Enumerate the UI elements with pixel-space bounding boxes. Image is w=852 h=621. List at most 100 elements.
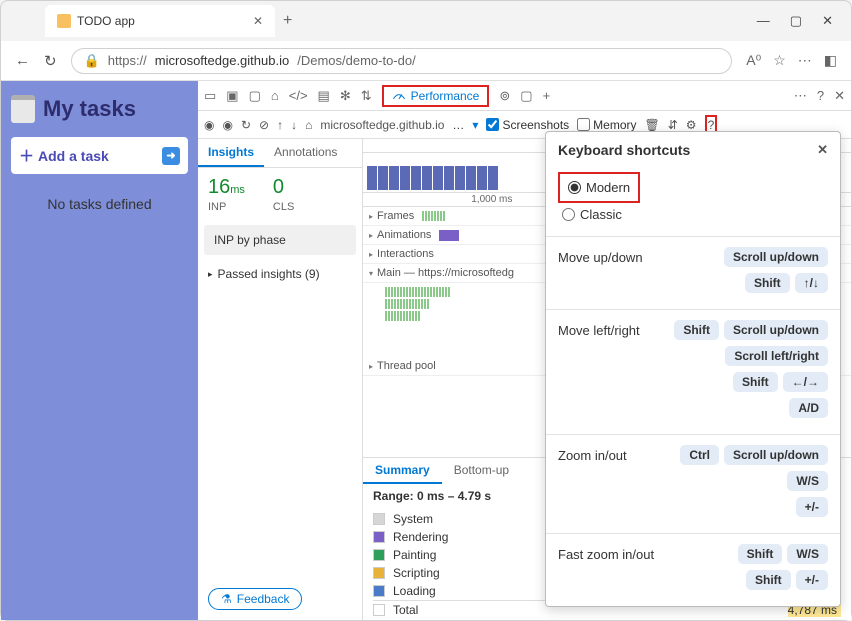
site-dropdown-icon[interactable]: ▾ — [472, 118, 478, 132]
app-title: My tasks — [11, 95, 188, 123]
tab-performance[interactable]: Performance — [382, 85, 490, 107]
welcome-icon[interactable]: ▢ — [249, 88, 261, 104]
tab-favicon — [57, 14, 71, 28]
record-dot-icon[interactable]: ◉ — [222, 118, 232, 132]
app-icon[interactable]: ▢ — [520, 88, 532, 104]
titlebar: TODO app ✕ + — ▢ ✕ — [1, 1, 851, 41]
network-icon[interactable]: ⇅ — [361, 88, 372, 104]
swatch — [373, 567, 385, 579]
elements-icon[interactable]: </> — [289, 88, 308, 103]
back-icon[interactable]: ← — [15, 52, 30, 69]
close-icon[interactable]: ✕ — [822, 13, 833, 29]
key: ←/→ — [783, 372, 828, 392]
devtools: ▭ ▣ ▢ ⌂ </> ▤ ✻ ⇅ Performance ⊚ ▢ + ⋯ ? … — [198, 81, 851, 620]
key: Scroll left/right — [725, 346, 828, 366]
key: Ctrl — [680, 445, 719, 465]
key: Shift — [746, 570, 791, 590]
url-input[interactable]: 🔒 https://microsoftedge.github.io/Demos/… — [71, 48, 733, 74]
memory-icon[interactable]: ⊚ — [499, 88, 510, 104]
address-bar: ← ↻ 🔒 https://microsoftedge.github.io/De… — [1, 41, 851, 81]
close-devtools-icon[interactable]: ✕ — [834, 88, 845, 104]
todo-app: My tasks ＋ Add a task ➜ No tasks defined — [1, 81, 198, 620]
more-icon[interactable]: ⋯ — [794, 88, 807, 104]
trash-icon[interactable]: 🗑 — [645, 118, 660, 132]
submit-icon[interactable]: ➜ — [162, 147, 180, 165]
swatch — [373, 513, 385, 525]
inp-phase[interactable]: INP by phase — [204, 225, 356, 255]
legend-name: Scripting — [393, 566, 463, 580]
settings-icon[interactable]: ⚙ — [686, 118, 697, 132]
tab-bottomup[interactable]: Bottom-up — [442, 458, 521, 484]
refresh-icon[interactable]: ↻ — [44, 52, 57, 70]
url-scheme: https:// — [108, 53, 147, 68]
legend-name: Loading — [393, 584, 463, 598]
cls-metric: 0 CLS — [273, 176, 294, 213]
gc-icon[interactable]: ⇵ — [668, 118, 678, 132]
legend-name: Total — [393, 603, 463, 617]
devtools-tabs: ▭ ▣ ▢ ⌂ </> ▤ ✻ ⇅ Performance ⊚ ▢ + ⋯ ? … — [198, 81, 851, 111]
device-icon[interactable]: ▣ — [226, 88, 238, 104]
key: Shift — [738, 544, 783, 564]
read-aloud-icon[interactable]: A⁰ — [746, 52, 761, 69]
legend-name: Rendering — [393, 530, 463, 544]
inp-metric: 16ms INP — [208, 176, 245, 213]
home-icon[interactable]: ⌂ — [271, 88, 279, 103]
home2-icon[interactable]: ⌂ — [305, 118, 312, 132]
help-top-icon[interactable]: ? — [817, 88, 824, 103]
key: ↑/↓ — [795, 273, 828, 293]
reload-icon[interactable]: ↻ — [241, 118, 251, 132]
site-ellipsis: … — [452, 118, 464, 132]
key: +/- — [796, 570, 828, 590]
menu-icon[interactable]: ⋯ — [798, 52, 812, 69]
shortcut-label: Fast zoom in/out — [558, 547, 738, 562]
tab-close-icon[interactable]: ✕ — [253, 14, 263, 28]
inspect-icon[interactable]: ▭ — [204, 88, 216, 104]
swatch — [373, 604, 385, 616]
more-tabs-icon[interactable]: + — [543, 88, 551, 103]
minimize-icon[interactable]: — — [757, 13, 770, 29]
lock-icon: 🔒 — [84, 53, 100, 69]
tab-insights[interactable]: Insights — [198, 139, 264, 167]
tab-annotations[interactable]: Annotations — [264, 139, 347, 167]
shortcuts-title: Keyboard shortcuts — [558, 142, 690, 158]
record-icon[interactable]: ◉ — [204, 118, 214, 132]
radio-modern[interactable]: Modern — [564, 176, 634, 199]
feedback-button[interactable]: ⚗ Feedback — [208, 588, 302, 610]
maximize-icon[interactable]: ▢ — [790, 13, 802, 29]
key: A/D — [789, 398, 828, 418]
shortcut-label: Move left/right — [558, 323, 674, 338]
memory-checkbox[interactable]: Memory — [577, 118, 636, 132]
flask-icon: ⚗ — [221, 592, 232, 606]
shortcuts-close-icon[interactable]: ✕ — [817, 142, 828, 158]
new-tab-button[interactable]: + — [283, 12, 292, 30]
url-host: microsoftedge.github.io — [155, 53, 289, 68]
passed-insights[interactable]: Passed insights (9) — [198, 259, 362, 289]
tab-summary[interactable]: Summary — [363, 458, 442, 484]
key: Scroll up/down — [724, 445, 828, 465]
shortcut-label: Move up/down — [558, 250, 724, 265]
console-icon[interactable]: ▤ — [318, 88, 330, 104]
swatch — [373, 549, 385, 561]
screenshots-checkbox[interactable]: Screenshots — [486, 118, 569, 132]
key: Shift — [733, 372, 778, 392]
sources-icon[interactable]: ✻ — [340, 88, 351, 104]
legend-name: Painting — [393, 548, 463, 562]
modern-highlight: Modern — [558, 172, 640, 203]
sidebar-icon[interactable]: ◧ — [824, 52, 837, 69]
upload-icon[interactable]: ↑ — [277, 118, 283, 132]
shortcut-label: Zoom in/out — [558, 448, 680, 463]
browser-tab[interactable]: TODO app ✕ — [45, 5, 275, 37]
clipboard-icon — [11, 95, 35, 123]
key: Shift — [745, 273, 790, 293]
key: Shift — [674, 320, 719, 340]
radio-classic[interactable]: Classic — [558, 203, 828, 226]
favorite-icon[interactable]: ☆ — [773, 52, 786, 69]
clear-icon[interactable]: ⊘ — [259, 118, 269, 132]
legend-name: System — [393, 512, 463, 526]
key: Scroll up/down — [724, 320, 828, 340]
help-icon[interactable]: ? — [708, 118, 715, 132]
download-icon[interactable]: ↓ — [291, 118, 297, 132]
site-label: microsoftedge.github.io — [320, 118, 444, 132]
add-task-button[interactable]: ＋ Add a task ➜ — [11, 137, 188, 174]
key: +/- — [796, 497, 828, 517]
